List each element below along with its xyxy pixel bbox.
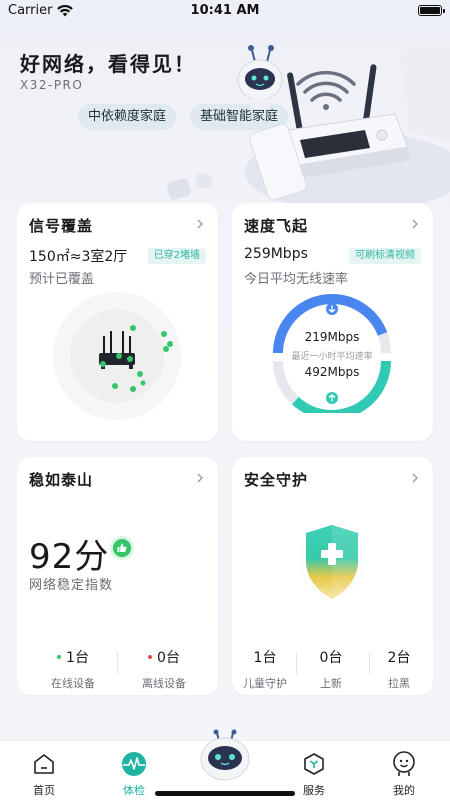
stat-divider	[296, 652, 297, 674]
home-icon	[34, 754, 54, 774]
security-card[interactable]: 安全守护 1台 儿童守护 0台 上新 2台 拉黑	[232, 457, 433, 695]
tab-checkup-label: 体检	[123, 784, 145, 797]
chevron-right-icon	[197, 219, 203, 229]
offline-dot	[148, 655, 153, 659]
checkup-icon	[122, 752, 146, 776]
stability-score: 92分	[29, 537, 110, 577]
security-title: 安全守护	[244, 471, 309, 489]
new-devices-label: 上新	[320, 677, 342, 690]
offline-devices-label: 离线设备	[142, 677, 186, 690]
status-time: 10:41 AM	[190, 3, 260, 18]
battery-icon	[418, 5, 445, 16]
stability-card[interactable]: 稳如泰山 92分 网络稳定指数 1台 在线设备 0台 离线设备	[17, 457, 218, 695]
coverage-title: 信号覆盖	[29, 217, 94, 235]
tab-profile[interactable]: 我的	[374, 749, 434, 798]
chevron-right-icon	[197, 473, 203, 483]
home-indicator	[155, 791, 295, 796]
coverage-note: 预计已覆盖	[29, 272, 95, 287]
profile-icon	[393, 751, 415, 776]
robot-icon	[200, 729, 250, 781]
blocked-devices-value: 2台	[387, 650, 411, 666]
hero-banner: 好网络，看得见！ X32-PRO 中依赖度家庭 基础智能家庭	[0, 22, 450, 207]
speed-card[interactable]: 速度飞起 259Mbps 可刷标清视频 今日平均无线速率 219Mbps 最近一…	[232, 203, 433, 441]
download-speed: 219Mbps	[304, 330, 360, 344]
speed-note: 今日平均无线速率	[244, 272, 349, 287]
tab-home-label: 首页	[33, 784, 55, 797]
speed-value: 259Mbps	[244, 246, 308, 262]
coverage-radar	[53, 292, 181, 420]
stat-divider	[369, 652, 370, 674]
speed-title: 速度飞起	[244, 217, 309, 235]
robot-assistant-button[interactable]	[195, 727, 255, 787]
offline-devices-stat[interactable]: 0台 离线设备	[120, 647, 208, 691]
router-robot-illustration	[166, 42, 450, 207]
new-devices-value: 0台	[319, 650, 343, 666]
upload-speed: 492Mbps	[304, 365, 360, 379]
status-bar: Carrier 10:41 AM	[0, 0, 450, 22]
tab-profile-label: 我的	[393, 784, 415, 797]
chevron-right-icon	[412, 219, 418, 229]
child-guard-label: 儿童守护	[243, 677, 287, 690]
wall-penetration-badge: 已穿2堵墙	[147, 248, 206, 264]
video-quality-badge: 可刷标清视频	[349, 248, 421, 264]
offline-devices-value: 0台	[157, 650, 180, 666]
stability-title: 稳如泰山	[29, 471, 94, 489]
online-devices-stat[interactable]: 1台 在线设备	[29, 647, 117, 691]
coverage-area: 150㎡≈3室2厅	[29, 249, 128, 265]
new-devices-stat[interactable]: 0台 上新	[306, 647, 356, 691]
blocked-devices-label: 拉黑	[388, 677, 410, 690]
stat-divider	[117, 652, 118, 674]
stability-label: 网络稳定指数	[29, 578, 114, 593]
online-devices-value: 1台	[66, 650, 89, 666]
chevron-right-icon	[412, 473, 418, 483]
blocked-devices-stat[interactable]: 2台 拉黑	[374, 647, 424, 691]
shield-icon	[292, 518, 372, 606]
online-devices-label: 在线设备	[51, 677, 95, 690]
coverage-card[interactable]: 信号覆盖 150㎡≈3室2厅 已穿2堵墙 预计已覆盖	[17, 203, 218, 441]
child-guard-stat[interactable]: 1台 儿童守护	[240, 647, 290, 691]
tab-home[interactable]: 首页	[14, 749, 74, 798]
device-model: X32-PRO	[20, 78, 84, 92]
thumbs-up-icon	[113, 539, 131, 557]
child-guard-value: 1台	[253, 650, 277, 666]
gauge-caption: 最近一小时平均速率	[291, 352, 373, 362]
online-dot	[57, 655, 62, 659]
service-icon	[304, 753, 324, 775]
